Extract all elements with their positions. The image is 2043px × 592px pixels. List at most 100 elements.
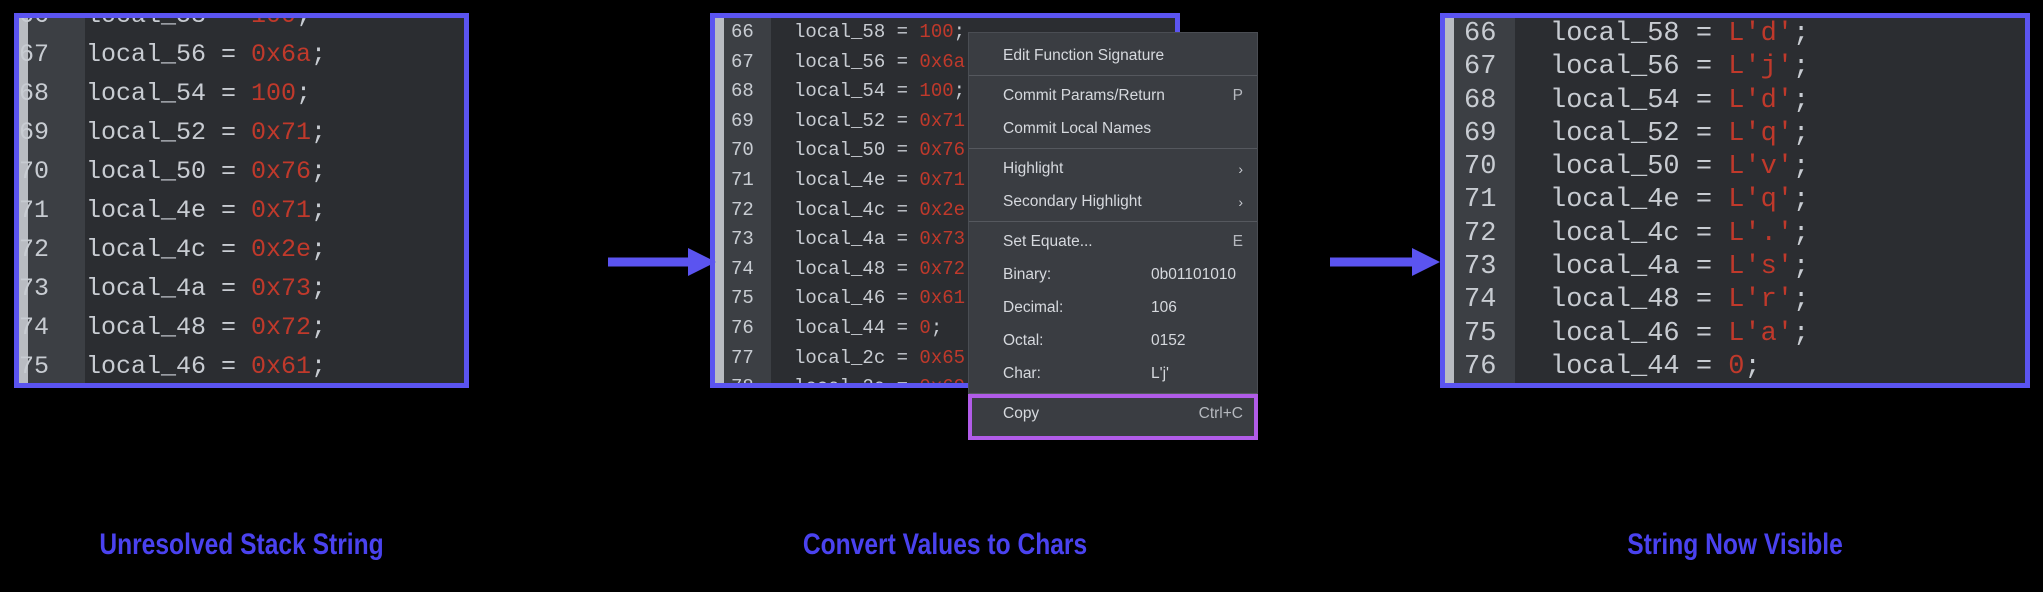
literal-value[interactable]: 0x76 (919, 139, 965, 161)
literal-value[interactable]: 0x2e (919, 199, 965, 221)
local-variable-name[interactable]: local_56 = (1550, 52, 1728, 82)
code-line[interactable]: local_58 = 100; (86, 18, 464, 35)
literal-value[interactable]: 0x76 (251, 157, 311, 186)
code-line[interactable]: local_58 = L'd'; (1550, 18, 2025, 51)
literal-value[interactable]: L'j' (1728, 52, 1793, 82)
local-variable-name[interactable]: local_56 = (86, 40, 251, 69)
local-variable-name[interactable]: local_44 = (1550, 352, 1728, 382)
menu-item-char[interactable]: Char: L'j' (969, 357, 1257, 390)
literal-value[interactable]: L'.' (1728, 219, 1793, 249)
code-line[interactable]: local_52 = L'q'; (1550, 118, 2025, 151)
panel-b-scrollbar[interactable] (715, 18, 724, 383)
local-variable-name[interactable]: local_4e = (1550, 185, 1728, 215)
menu-item-decimal[interactable]: Decimal: 106 (969, 291, 1257, 324)
menu-item-binary[interactable]: Binary: 0b01101010 (969, 258, 1257, 291)
literal-value[interactable]: L'a' (1728, 319, 1793, 349)
local-variable-name[interactable]: local_2a = (794, 376, 919, 383)
panel-c-scrollbar[interactable] (1445, 18, 1454, 383)
panel-b-scroll-thumb[interactable] (715, 18, 724, 383)
menu-item-highlight[interactable]: Highlight › (969, 152, 1257, 185)
literal-value[interactable]: L'v' (1728, 152, 1793, 182)
literal-value[interactable]: L'q' (1728, 185, 1793, 215)
code-line[interactable]: local_4c = 0x2e; (86, 230, 464, 269)
code-line[interactable]: local_44 = 0; (1550, 351, 2025, 383)
local-variable-name[interactable]: local_58 = (794, 21, 919, 43)
local-variable-name[interactable]: local_52 = (794, 110, 919, 132)
menu-item-commit-local-names[interactable]: Commit Local Names (969, 112, 1257, 145)
literal-value[interactable]: 100 (919, 80, 953, 102)
code-line[interactable]: local_4a = L's'; (1550, 251, 2025, 284)
literal-value[interactable]: 0x73 (251, 274, 311, 303)
local-variable-name[interactable]: local_4c = (86, 235, 251, 264)
local-variable-name[interactable]: local_56 = (794, 51, 919, 73)
literal-value[interactable]: 0x69 (919, 376, 965, 383)
local-variable-name[interactable]: local_4e = (794, 169, 919, 191)
literal-value[interactable]: 0x61 (251, 352, 311, 381)
menu-item-set-equate[interactable]: Set Equate... E (969, 225, 1257, 258)
panel-c-code-area[interactable]: local_58 = L'd'; local_56 = L'j'; local_54… (1516, 18, 2025, 383)
local-variable-name[interactable]: local_50 = (794, 139, 919, 161)
literal-value[interactable]: 0x2e (251, 235, 311, 264)
menu-item-commit-params-return[interactable]: Commit Params/Return P (969, 79, 1257, 112)
literal-value[interactable]: L's' (1728, 252, 1793, 282)
code-line[interactable]: local_4a = 0x73; (86, 269, 464, 308)
code-line[interactable]: local_4c = L'.'; (1550, 218, 2025, 251)
literal-value[interactable]: 0x72 (919, 258, 965, 280)
panel-a-code-area[interactable]: local_58 = 100; local_56 = 0x6a; local_54 … (86, 18, 464, 383)
literal-value[interactable]: 100 (251, 79, 296, 108)
literal-value[interactable]: L'r' (1728, 285, 1793, 315)
menu-item-edit-function-signature[interactable]: Edit Function Signature (969, 39, 1257, 72)
literal-value[interactable]: L'q' (1728, 119, 1793, 149)
code-line[interactable]: local_56 = 0x6a; (86, 35, 464, 74)
literal-value[interactable]: 0x71 (919, 169, 965, 191)
literal-value[interactable]: 0x6a (251, 40, 311, 69)
local-variable-name[interactable]: local_4c = (794, 199, 919, 221)
menu-item-copy[interactable]: Copy Ctrl+C (969, 397, 1257, 430)
local-variable-name[interactable]: local_4c = (1550, 219, 1728, 249)
local-variable-name[interactable]: local_46 = (86, 352, 251, 381)
literal-value[interactable]: 0x71 (251, 196, 311, 225)
code-line[interactable]: local_48 = 0x72; (86, 308, 464, 347)
local-variable-name[interactable]: local_52 = (1550, 119, 1728, 149)
local-variable-name[interactable]: local_44 = (794, 317, 919, 339)
literal-value[interactable]: 0x72 (251, 313, 311, 342)
code-line[interactable]: local_50 = L'v'; (1550, 151, 2025, 184)
literal-value[interactable]: L'd' (1728, 19, 1793, 49)
local-variable-name[interactable]: local_58 = (1550, 19, 1728, 49)
literal-value[interactable]: 0x71 (919, 110, 965, 132)
code-line[interactable]: local_48 = L'r'; (1550, 284, 2025, 317)
local-variable-name[interactable]: local_50 = (1550, 152, 1728, 182)
local-variable-name[interactable]: local_46 = (794, 287, 919, 309)
literal-value[interactable]: L'd' (1728, 86, 1793, 116)
local-variable-name[interactable]: local_48 = (794, 258, 919, 280)
code-line[interactable]: local_54 = 100; (86, 74, 464, 113)
local-variable-name[interactable]: local_50 = (86, 157, 251, 186)
menu-item-secondary-highlight[interactable]: Secondary Highlight › (969, 185, 1257, 218)
literal-value[interactable]: 0 (1728, 352, 1744, 382)
local-variable-name[interactable]: local_48 = (86, 313, 251, 342)
code-line[interactable]: local_52 = 0x71; (86, 113, 464, 152)
literal-value[interactable]: 0x71 (251, 118, 311, 147)
literal-value[interactable]: 100 (251, 18, 296, 30)
literal-value[interactable]: 0x61 (919, 287, 965, 309)
panel-c-scroll-thumb[interactable] (1445, 18, 1454, 383)
code-line[interactable]: local_54 = L'd'; (1550, 85, 2025, 118)
literal-value[interactable]: 0x73 (919, 228, 965, 250)
local-variable-name[interactable]: local_54 = (794, 80, 919, 102)
local-variable-name[interactable]: local_54 = (1550, 86, 1728, 116)
code-line[interactable]: local_50 = 0x76; (86, 152, 464, 191)
local-variable-name[interactable]: local_2c = (794, 347, 919, 369)
literal-value[interactable]: 0x65 (919, 347, 965, 369)
code-line[interactable]: local_4e = 0x71; (86, 191, 464, 230)
code-line[interactable]: local_46 = L'a'; (1550, 318, 2025, 351)
literal-value[interactable]: 0 (919, 317, 930, 339)
local-variable-name[interactable]: local_52 = (86, 118, 251, 147)
literal-value[interactable]: 0x6a (919, 51, 965, 73)
local-variable-name[interactable]: local_4a = (1550, 252, 1728, 282)
local-variable-name[interactable]: local_4e = (86, 196, 251, 225)
literal-value[interactable]: 100 (919, 21, 953, 43)
code-line[interactable]: local_56 = L'j'; (1550, 51, 2025, 84)
local-variable-name[interactable]: local_4a = (86, 274, 251, 303)
local-variable-name[interactable]: local_58 = (86, 18, 251, 30)
menu-item-octal[interactable]: Octal: 0152 (969, 324, 1257, 357)
